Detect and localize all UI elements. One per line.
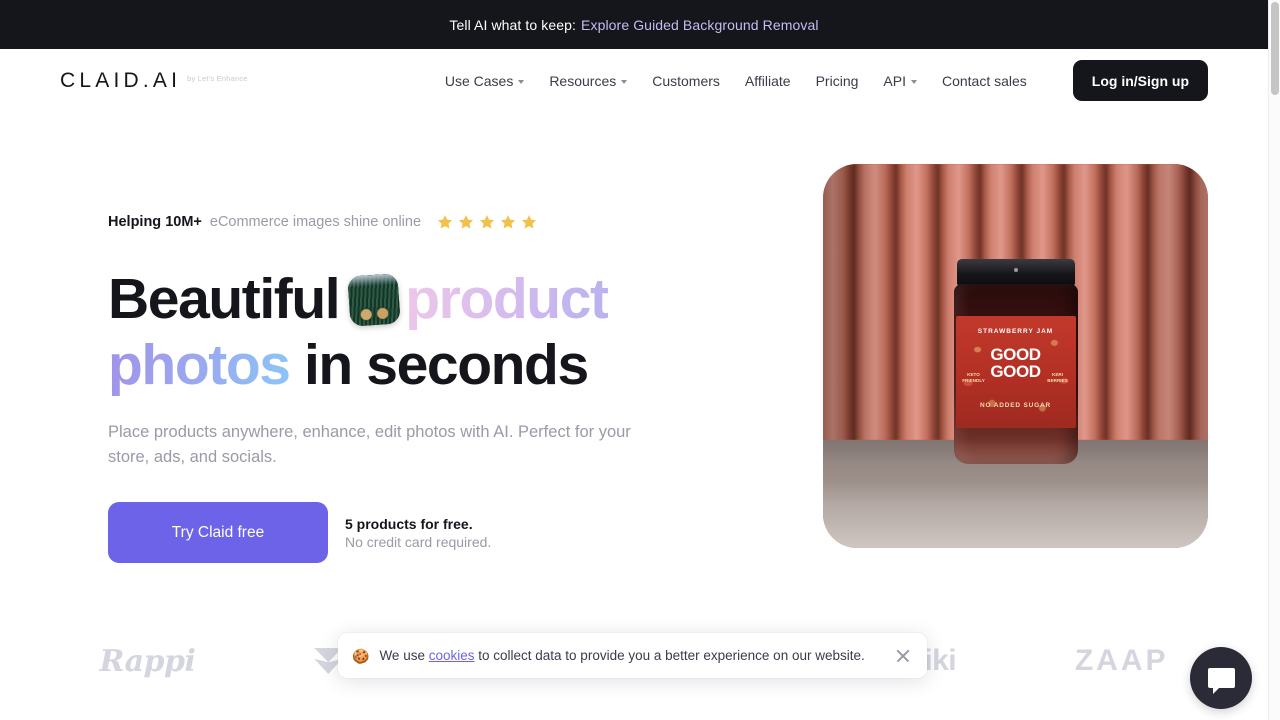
logo-subtitle: by Let's Enhance bbox=[187, 74, 248, 83]
partner-logo-rappi: Rappi bbox=[99, 644, 195, 679]
chat-widget-button[interactable] bbox=[1190, 647, 1252, 709]
nav-item-contact-sales[interactable]: Contact sales bbox=[942, 73, 1027, 89]
cookie-consent-banner: 🍪 We use cookies to collect data to prov… bbox=[338, 633, 927, 678]
announcement-bar: Tell AI what to keep: Explore Guided Bac… bbox=[0, 0, 1268, 49]
jar-label-product-name: STRAWBERRY JAM bbox=[977, 328, 1054, 335]
hero-cta-row: Try Claid free 5 products for free. No c… bbox=[108, 502, 708, 563]
chevron-down-icon bbox=[518, 79, 525, 84]
cookie-text-before: We use bbox=[379, 648, 429, 663]
jar-label-right-claim: KERI BERRIES bbox=[1047, 372, 1068, 383]
star-icon bbox=[521, 215, 537, 229]
title-word-beautiful: Beautiful bbox=[108, 267, 341, 331]
announcement-text: Tell AI what to keep: bbox=[449, 16, 577, 33]
eyebrow-text: eCommerce images shine online bbox=[209, 214, 422, 230]
close-icon[interactable] bbox=[895, 648, 911, 664]
hero-image-area: STRAWBERRY JAM GOOD GOOD KETO FRIENDLY K… bbox=[823, 164, 1208, 548]
cta-note-detail: No credit card required. bbox=[345, 533, 492, 550]
nav-item-resources[interactable]: Resources bbox=[549, 72, 628, 89]
jar-label: STRAWBERRY JAM GOOD GOOD KETO FRIENDLY K… bbox=[955, 316, 1076, 428]
hero-subtitle: Place products anywhere, enhance, edit p… bbox=[108, 423, 631, 466]
rappi-wordmark: Rappi bbox=[99, 643, 196, 679]
jar-lid bbox=[956, 259, 1075, 286]
nav-item-api[interactable]: API bbox=[883, 73, 917, 89]
page-title: Beautiful product photos in seconds bbox=[108, 266, 708, 398]
chevron-down-icon bbox=[910, 79, 917, 84]
page-scrollbar[interactable] bbox=[1268, 0, 1280, 720]
scrollbar-thumb[interactable] bbox=[1271, 2, 1279, 95]
cookie-message: We use cookies to collect data to provid… bbox=[379, 648, 885, 663]
cta-note: 5 products for free. No credit card requ… bbox=[345, 515, 491, 551]
cookies-policy-link[interactable]: cookies bbox=[429, 648, 475, 663]
logo[interactable]: CLAID.AI by Let's Enhance bbox=[60, 70, 248, 91]
chat-bubble-icon bbox=[1207, 668, 1235, 694]
star-icon bbox=[500, 215, 516, 229]
nav-item-pricing[interactable]: Pricing bbox=[816, 73, 859, 89]
star-icon bbox=[479, 215, 495, 229]
nav-label: Resources bbox=[549, 72, 617, 89]
title-word-product: product bbox=[405, 267, 609, 331]
product-thumbnail-icon bbox=[347, 273, 401, 327]
page-root: Tell AI what to keep: Explore Guided Bac… bbox=[0, 0, 1280, 720]
title-word-in-seconds: in seconds bbox=[304, 333, 589, 397]
title-word-photos: photos bbox=[108, 333, 291, 397]
partner-logo-zaap: ZAAP bbox=[1075, 644, 1169, 678]
nav-label: Use Cases bbox=[444, 72, 514, 89]
eyebrow-highlight: Helping 10M+ bbox=[108, 214, 202, 230]
zaap-wordmark: ZAAP bbox=[1074, 644, 1169, 677]
main-navigation: Use Cases Resources Customers Affiliate … bbox=[445, 60, 1208, 101]
jar-label-left-claim: KETO FRIENDLY bbox=[962, 372, 985, 383]
chevron-down-icon bbox=[621, 79, 628, 84]
nav-label: Customers bbox=[652, 72, 720, 89]
star-icon bbox=[458, 215, 474, 229]
nav-item-use-cases[interactable]: Use Cases bbox=[444, 72, 525, 89]
star-icon bbox=[437, 215, 453, 229]
cookie-icon: 🍪 bbox=[352, 647, 370, 664]
nav-label: API bbox=[883, 72, 906, 89]
hero-content: Helping 10M+ eCommerce images shine onli… bbox=[108, 164, 708, 563]
login-signup-button[interactable]: Log in/Sign up bbox=[1072, 60, 1208, 101]
site-header: CLAID.AI by Let's Enhance Use Cases Reso… bbox=[0, 49, 1268, 112]
hero-eyebrow: Helping 10M+ eCommerce images shine onli… bbox=[108, 214, 708, 230]
nav-label: Contact sales bbox=[941, 72, 1027, 89]
cta-note-headline: 5 products for free. bbox=[345, 515, 473, 532]
jar-brand-line-2: GOOD bbox=[990, 362, 1041, 381]
nav-label: Affiliate bbox=[744, 72, 791, 89]
hero-product-photo: STRAWBERRY JAM GOOD GOOD KETO FRIENDLY K… bbox=[823, 164, 1208, 548]
nav-label: Pricing bbox=[815, 72, 859, 89]
announcement-link[interactable]: Explore Guided Background Removal bbox=[581, 17, 819, 33]
nav-item-customers[interactable]: Customers bbox=[652, 73, 720, 89]
jar-label-claim: NO ADDED SUGAR bbox=[980, 402, 1051, 409]
jam-jar: STRAWBERRY JAM GOOD GOOD KETO FRIENDLY K… bbox=[953, 259, 1078, 464]
rating-stars bbox=[437, 214, 537, 230]
logo-text: CLAID.AI bbox=[60, 69, 182, 92]
hero-section: Helping 10M+ eCommerce images shine onli… bbox=[0, 112, 1268, 563]
try-claid-free-button[interactable]: Try Claid free bbox=[108, 502, 328, 563]
cookie-text-after: to collect data to provide you a better … bbox=[474, 648, 865, 663]
nav-item-affiliate[interactable]: Affiliate bbox=[745, 73, 791, 89]
